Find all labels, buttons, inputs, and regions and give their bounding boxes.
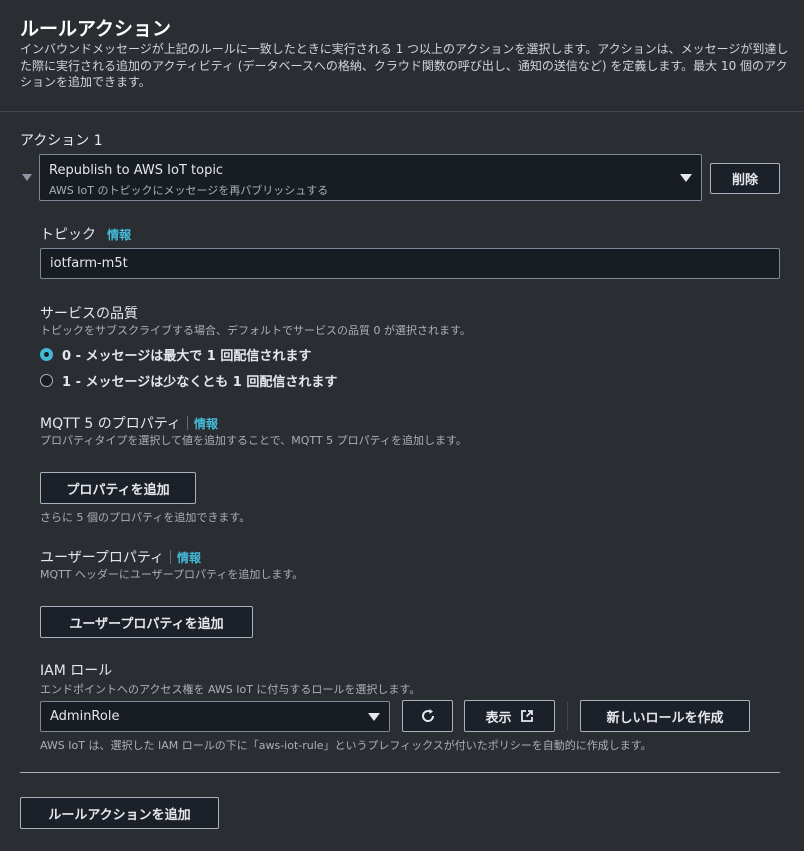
action-type-select[interactable]: Republish to AWS IoT topic AWS IoT のトピック… xyxy=(39,154,702,201)
action-label: アクション 1 xyxy=(20,133,103,149)
radio-unselected-icon[interactable] xyxy=(40,374,53,387)
iam-label: IAM ロール xyxy=(40,663,113,679)
add-rule-action-button[interactable]: ルールアクションを追加 xyxy=(20,797,219,829)
action-type-subtitle: AWS IoT のトピックにメッセージを再パブリッシュする xyxy=(49,184,329,197)
mqtt5-hint: さらに 5 個のプロパティを追加できます。 xyxy=(40,511,251,524)
topic-label: トピック xyxy=(40,227,96,243)
collapse-caret-icon[interactable] xyxy=(22,174,32,181)
radio-selected-icon[interactable] xyxy=(40,348,53,361)
iam-role-value: AdminRole xyxy=(50,709,120,724)
topic-input-value: iotfarm-m5t xyxy=(50,256,128,271)
user-props-label: ユーザープロパティ xyxy=(40,550,165,566)
mqtt5-description: プロパティタイプを選択して値を追加することで、MQTT 5 プロパティを追加しま… xyxy=(40,434,467,447)
mqtt5-label-row: MQTT 5 のプロパティ 情報 xyxy=(40,413,218,433)
topic-info-link[interactable]: 情報 xyxy=(107,228,131,242)
iam-role-select[interactable]: AdminRole xyxy=(40,701,390,732)
action-type-title: Republish to AWS IoT topic xyxy=(49,163,224,178)
rule-actions-header: ルールアクション インバウンドメッセージが上記のルールに一致したときに実行される… xyxy=(0,0,804,112)
external-link-icon xyxy=(520,710,533,722)
user-props-description: MQTT ヘッダーにユーザープロパティを追加します。 xyxy=(40,568,304,581)
add-property-button[interactable]: プロパティを追加 xyxy=(40,472,196,504)
chevron-down-icon xyxy=(368,713,380,721)
view-role-label: 表示 xyxy=(485,710,512,726)
topic-input[interactable]: iotfarm-m5t xyxy=(40,248,780,279)
divider xyxy=(170,550,172,564)
refresh-button[interactable] xyxy=(402,700,453,732)
mqtt5-label: MQTT 5 のプロパティ xyxy=(40,416,181,432)
chevron-down-icon xyxy=(680,174,692,182)
iam-description: エンドポイントへのアクセス権を AWS IoT に付与するロールを選択します。 xyxy=(40,683,421,696)
user-props-info-link[interactable]: 情報 xyxy=(177,549,201,566)
page-title: ルールアクション xyxy=(20,18,172,40)
qos-option-0[interactable]: 0 - メッセージは最大で 1 回配信されます xyxy=(40,345,311,364)
user-props-label-row: ユーザープロパティ 情報 xyxy=(40,547,201,567)
create-role-button[interactable]: 新しいロールを作成 xyxy=(580,700,750,732)
view-role-button[interactable]: 表示 xyxy=(464,700,555,732)
divider xyxy=(186,416,188,430)
qos-label: サービスの品質 xyxy=(40,306,138,322)
iam-note: AWS IoT は、選択した IAM ロールの下に「aws-iot-rule」と… xyxy=(40,739,652,752)
qos-option-1[interactable]: 1 - メッセージは少なくとも 1 回配信されます xyxy=(40,371,337,390)
section-divider xyxy=(20,772,780,773)
page-description: インバウンドメッセージが上記のルールに一致したときに実行される 1 つ以上のアク… xyxy=(20,42,789,89)
qos-option-0-label: 0 - メッセージは最大で 1 回配信されます xyxy=(62,349,312,364)
delete-button[interactable]: 削除 xyxy=(710,163,780,194)
divider xyxy=(567,702,568,730)
mqtt5-info-link[interactable]: 情報 xyxy=(194,415,218,432)
topic-label-row: トピック 情報 xyxy=(40,224,131,244)
qos-option-1-label: 1 - メッセージは少なくとも 1 回配信されます xyxy=(62,375,338,390)
qos-description: トピックをサブスクライブする場合、デフォルトでサービスの品質 0 が選択されます… xyxy=(40,324,471,337)
add-user-property-button[interactable]: ユーザープロパティを追加 xyxy=(40,606,253,638)
refresh-icon xyxy=(421,709,434,722)
